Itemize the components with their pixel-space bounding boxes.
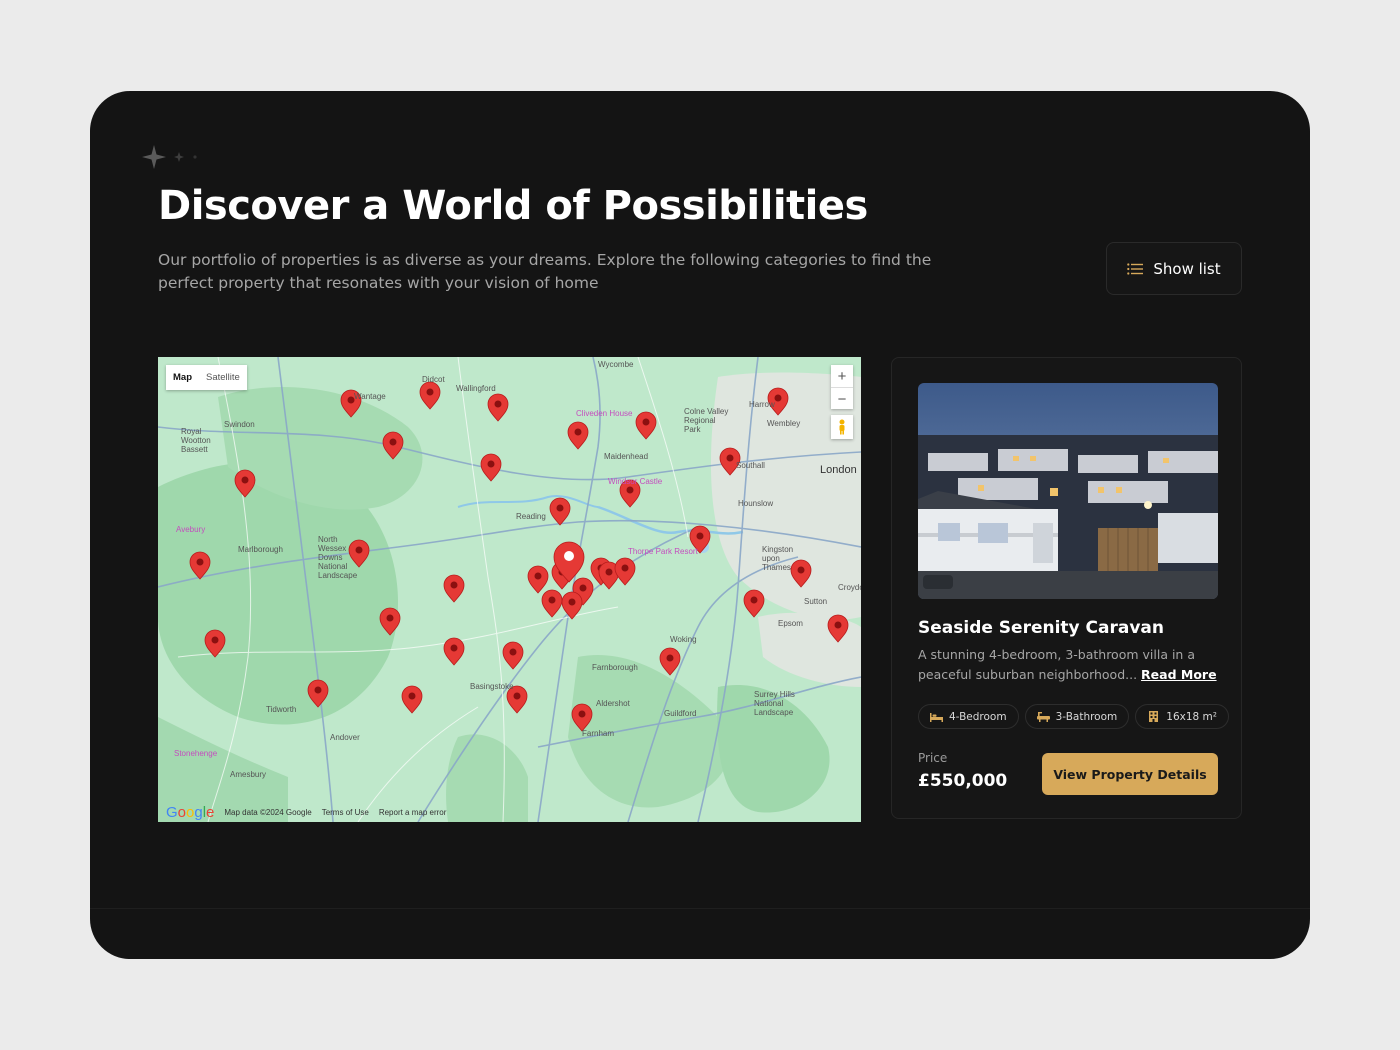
map-place-label: Guildford (664, 709, 697, 718)
property-features: 4-Bedroom 3-Bathroom 16x18 m² (918, 704, 1229, 729)
map-place-label: Harrow (749, 400, 775, 409)
map-place-label: Croydon (838, 583, 861, 592)
map-place-label: Sutton (804, 597, 828, 606)
map-place-label: Didcot (422, 375, 445, 384)
map-place-label: Aldershot (596, 699, 630, 708)
map-type-map[interactable]: Map (166, 372, 199, 383)
feature-tag-label: 4-Bedroom (949, 710, 1007, 723)
map-place-label: Stonehenge (174, 749, 218, 758)
page-subtitle: Our portfolio of properties is as divers… (158, 251, 932, 292)
show-list-label: Show list (1153, 259, 1221, 278)
map-place-label: Amesbury (230, 770, 267, 779)
bed-icon (930, 713, 943, 722)
zoom-out-button[interactable]: − (831, 388, 853, 410)
feature-tag-size: 16x18 m² (1135, 704, 1229, 729)
map-place-label: Swindon (224, 420, 255, 429)
price-value: £550,000 (918, 771, 1008, 791)
map-data-attribution: Map data ©2024 Google (224, 807, 312, 817)
street-view-pegman[interactable] (831, 415, 853, 439)
map-place-label: Andover (330, 733, 360, 742)
pegman-icon (839, 419, 845, 435)
map-place-label: Epsom (778, 619, 803, 628)
sparkle-icon (142, 145, 197, 169)
feature-tag-label: 3-Bathroom (1055, 710, 1118, 723)
property-map[interactable]: Wycombe Didcot Wallingford Wantage Swind… (158, 357, 861, 822)
list-icon (1127, 262, 1144, 275)
read-more-link[interactable]: Read More (1141, 667, 1217, 682)
map-place-label: Wycombe (598, 360, 634, 369)
property-name: Seaside Serenity Caravan (918, 618, 1165, 638)
price-label: Price (918, 751, 948, 765)
map-type-toggle: Map Satellite (166, 365, 247, 390)
building-icon (1149, 711, 1159, 722)
map-place-label: Farnborough (592, 663, 638, 672)
show-list-button[interactable]: Show list (1106, 242, 1242, 295)
map-place-label: Tidworth (266, 705, 297, 714)
map-place-label: Reading (516, 512, 546, 521)
card-divider (90, 908, 1310, 909)
map-place-label: Farnham (582, 729, 615, 738)
map-place-label: London (820, 464, 857, 476)
property-photo (918, 383, 1218, 599)
feature-tag-bathrooms: 3-Bathroom (1024, 704, 1130, 729)
feature-tag-bedrooms: 4-Bedroom (918, 704, 1019, 729)
zoom-in-button[interactable]: + (831, 365, 853, 387)
google-logo: Google (166, 803, 215, 821)
page-title: Discover a World of Possibilities (158, 183, 868, 229)
map-place-label: Windsor Castle (608, 477, 663, 486)
view-property-details-button[interactable]: View Property Details (1042, 753, 1218, 795)
map-place-label: Southall (736, 461, 765, 470)
map-place-label: Royal Wootton Bassett (181, 427, 211, 454)
map-place-label: Colne Valley Regional Park (684, 407, 729, 434)
map-place-label: Kingston upon Thames (762, 545, 794, 572)
terms-link[interactable]: Terms of Use (322, 808, 369, 817)
map-place-label: Hounslow (738, 499, 774, 508)
map-footer: Google Map data ©2024 Google Terms of Us… (158, 802, 861, 822)
map-place-label: North Wessex Downs National Landscape (318, 535, 358, 580)
zoom-controls: + − (831, 365, 853, 409)
map-place-label: Maidenhead (604, 452, 649, 461)
map-place-label: Avebury (176, 525, 206, 534)
map-place-label: Wembley (767, 419, 801, 428)
map-place-label: Thorpe Park Resort (628, 547, 698, 556)
main-card: Discover a World of Possibilities Our po… (90, 91, 1310, 959)
bathtub-icon (1036, 712, 1050, 722)
map-place-label: Surrey Hills National Landscape (754, 690, 795, 717)
property-photo-image (918, 383, 1218, 599)
map-place-label: Basingstoke (470, 682, 514, 691)
map-place-label: Marlborough (238, 545, 283, 554)
map-place-label: Wantage (354, 392, 386, 401)
property-description: A stunning 4-bedroom, 3-bathroom villa i… (918, 645, 1223, 685)
map-place-label: Wallingford (456, 384, 496, 393)
map-place-label: Woking (670, 635, 697, 644)
property-card: Seaside Serenity Caravan A stunning 4-be… (891, 357, 1242, 819)
report-error-link[interactable]: Report a map error (379, 808, 447, 817)
feature-tag-label: 16x18 m² (1166, 710, 1217, 723)
map-place-label: Cliveden House (576, 409, 633, 418)
map-canvas[interactable] (158, 357, 861, 822)
map-type-satellite[interactable]: Satellite (199, 372, 247, 383)
